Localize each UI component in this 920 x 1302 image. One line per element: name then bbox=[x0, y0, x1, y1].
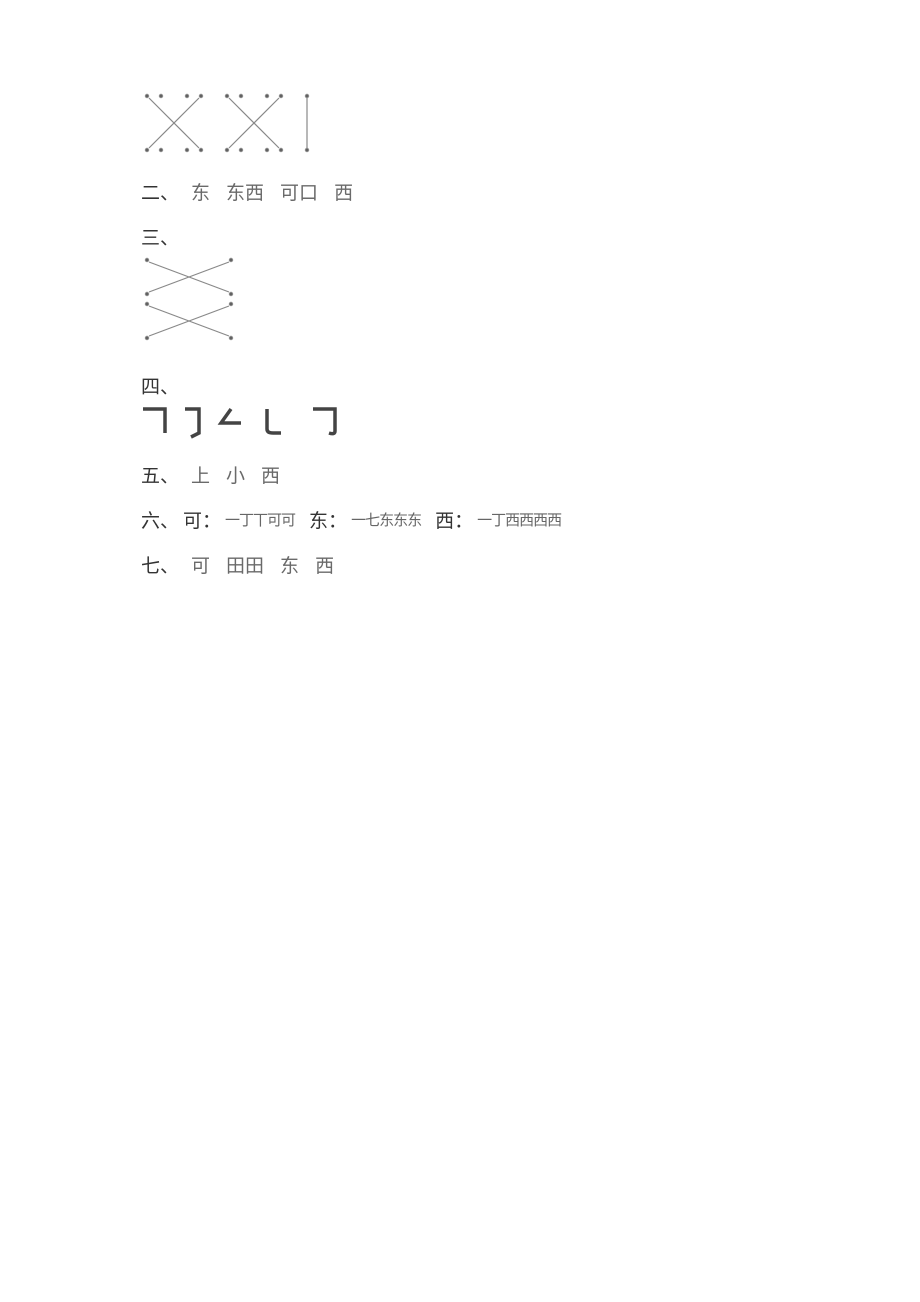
section-two: 二、 东 东西 可口 西 bbox=[141, 178, 920, 205]
section-one-diagram bbox=[141, 88, 920, 160]
section-six: 六、 可： 一丁丅可可 东： 一七东东东 西： 一丁西西西西 bbox=[141, 506, 920, 533]
stroke-shapes-svg bbox=[141, 403, 361, 439]
section-seven: 七、 可 田田 东 西 bbox=[141, 551, 920, 578]
section-seven-label: 七、 bbox=[141, 551, 179, 578]
section-seven-part-3: 西 bbox=[315, 551, 334, 578]
section-five: 五、 上 小 西 bbox=[141, 461, 920, 488]
section-two-part-1: 东西 bbox=[226, 178, 264, 205]
section-three-label: 三、 bbox=[141, 223, 179, 250]
section-two-label: 二、 bbox=[141, 178, 179, 205]
section-six-group-xi-label: 西： bbox=[435, 506, 473, 533]
section-three-diagram bbox=[141, 254, 920, 344]
section-two-part-0: 东 bbox=[191, 178, 210, 205]
section-four-label: 四、 bbox=[141, 372, 179, 399]
section-six-label: 六、 bbox=[141, 506, 179, 533]
flat-crosses-svg bbox=[141, 254, 241, 344]
section-five-part-0: 上 bbox=[191, 461, 210, 488]
section-seven-part-0: 可 bbox=[191, 551, 210, 578]
section-six-group-dong-strokes: 一七东东东 bbox=[351, 509, 421, 530]
section-five-part-1: 小 bbox=[226, 461, 245, 488]
section-seven-part-1: 田田 bbox=[226, 551, 264, 578]
section-seven-part-2: 东 bbox=[280, 551, 299, 578]
section-six-group-dong-label: 东： bbox=[309, 506, 347, 533]
section-two-part-3: 西 bbox=[334, 178, 353, 205]
section-five-part-2: 西 bbox=[261, 461, 280, 488]
section-six-group-dong: 东： 一七东东东 bbox=[309, 506, 421, 533]
section-three-label-row: 三、 bbox=[141, 223, 920, 250]
section-two-part-2: 可口 bbox=[280, 178, 318, 205]
section-six-group-ke-label: 可： bbox=[183, 506, 221, 533]
crosses-svg bbox=[141, 88, 313, 160]
section-four-strokes bbox=[141, 403, 920, 439]
section-six-group-ke-strokes: 一丁丅可可 bbox=[225, 509, 295, 530]
section-five-label: 五、 bbox=[141, 461, 179, 488]
section-six-group-ke: 可： 一丁丅可可 bbox=[183, 506, 295, 533]
section-six-group-xi-strokes: 一丁西西西西 bbox=[477, 509, 561, 530]
section-four-label-row: 四、 bbox=[141, 372, 920, 399]
section-six-group-xi: 西： 一丁西西西西 bbox=[435, 506, 561, 533]
